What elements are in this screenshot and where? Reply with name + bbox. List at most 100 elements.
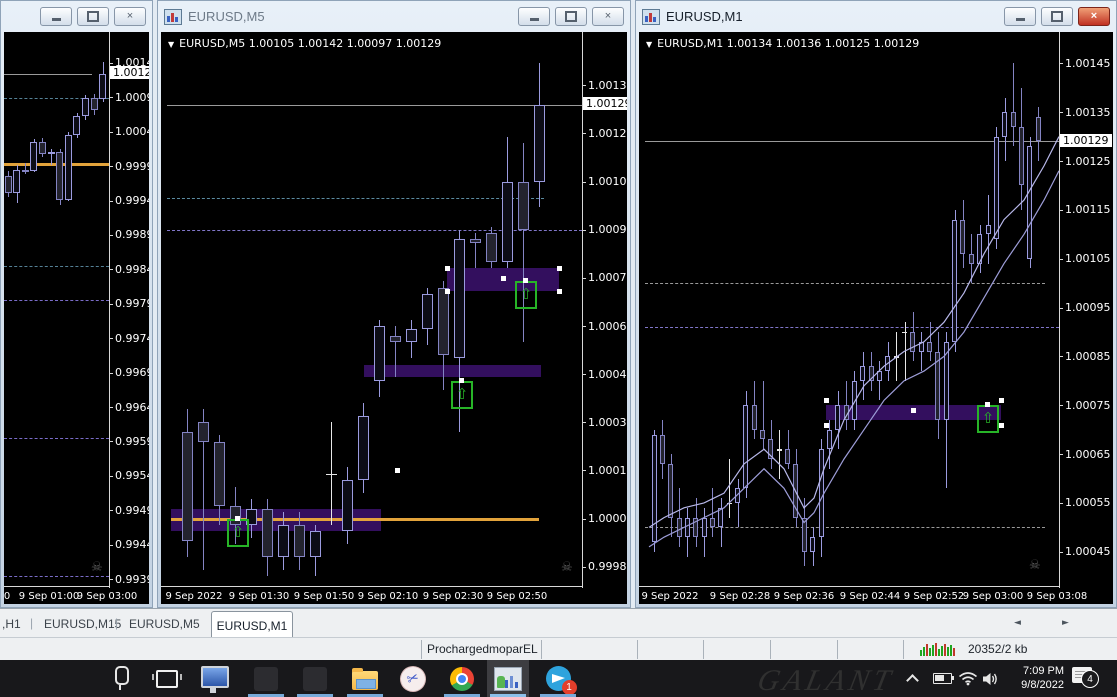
price-axis-line <box>109 32 110 588</box>
selection-handle[interactable] <box>911 408 916 414</box>
selection-handle[interactable] <box>824 422 829 428</box>
symbol-dropdown-icon[interactable]: ▼ <box>168 40 174 49</box>
selection-handle[interactable] <box>557 288 562 294</box>
minimize-button[interactable] <box>40 7 72 26</box>
price-axis-label: 0.99745 <box>115 331 149 345</box>
tab-separator: | <box>115 616 119 630</box>
speaker-icon <box>983 672 997 685</box>
tab-eurusd-m1-active[interactable]: EURUSD,M1 <box>211 611 293 639</box>
candle-body <box>262 508 273 558</box>
candle-body <box>438 287 449 355</box>
candle-body <box>73 115 80 136</box>
chart-canvas-m1[interactable]: ▼ EURUSD,M1 1.00134 1.00136 1.00125 1.001… <box>639 32 1113 604</box>
chart-window-h1[interactable]: × ☠ 1.001451.000951.000450.999950.999450… <box>0 0 153 608</box>
watermark-logo-icon: ☠ <box>91 560 103 575</box>
wifi-button[interactable] <box>958 660 978 697</box>
price-tick <box>109 338 113 340</box>
candle-wick <box>523 143 524 343</box>
close-button[interactable]: × <box>114 7 146 26</box>
close-button[interactable]: × <box>592 7 624 26</box>
pinned-app-1-button[interactable] <box>245 660 287 697</box>
window-titlebar[interactable]: × <box>1 1 152 32</box>
price-axis-label: 1.00015 <box>588 463 627 477</box>
close-button[interactable]: × <box>1078 7 1110 26</box>
selection-handle[interactable] <box>999 398 1004 404</box>
price-tick <box>109 234 113 236</box>
tab-eurusd-m5[interactable]: EURUSD,M5 <box>129 617 200 631</box>
tab-scroll-right-icon[interactable]: ► <box>1062 618 1069 628</box>
price-axis-label: 1.00135 <box>588 78 627 92</box>
symbol-dropdown-icon[interactable]: ▼ <box>646 40 652 49</box>
desktop-app-button[interactable] <box>194 660 236 697</box>
candle-wick <box>395 326 396 378</box>
price-axis-label: 0.99595 <box>115 434 149 448</box>
price-tick <box>109 97 113 99</box>
price-axis-label: 1.00120 <box>588 126 627 140</box>
metatrader-button[interactable] <box>487 660 529 697</box>
candle-body <box>326 473 337 476</box>
chart-window-m1[interactable]: EURUSD,M1 × ▼ EURUSD,M1 1.00134 1.00136 1… <box>635 0 1117 608</box>
snipping-tool-button[interactable]: ✂ <box>392 660 434 697</box>
task-view-button[interactable] <box>146 660 188 697</box>
window-titlebar[interactable]: EURUSD,M1 × <box>636 1 1116 32</box>
price-tick <box>1059 454 1063 456</box>
tray-chevron-button[interactable] <box>906 660 919 697</box>
selection-handle[interactable] <box>445 288 450 294</box>
price-tick <box>1059 209 1063 211</box>
tab-scroll-left-icon[interactable]: ◄ <box>1014 618 1021 628</box>
metatrader-icon <box>494 666 522 691</box>
pinned-app-2-button[interactable] <box>294 660 336 697</box>
selection-handle[interactable] <box>999 422 1004 428</box>
chart-window-m5[interactable]: EURUSD,M5 × ▼ EURUSD,M5 1.00105 1.00142 1… <box>157 0 631 608</box>
buy-signal-arrow[interactable]: ⇧ <box>515 281 537 310</box>
supply-demand-zone[interactable] <box>364 364 541 378</box>
price-axis-line <box>1059 32 1060 588</box>
minimize-button[interactable] <box>518 7 550 26</box>
price-axis-label: 1.00135 <box>1065 105 1111 119</box>
price-axis-label: 1.00000 <box>588 512 627 526</box>
chrome-button[interactable] <box>441 660 483 697</box>
ma-line <box>648 136 1059 528</box>
candle-body <box>358 415 369 481</box>
file-explorer-button[interactable] <box>344 660 386 697</box>
restore-button[interactable] <box>555 7 587 26</box>
selection-handle[interactable] <box>445 266 450 272</box>
selection-handle[interactable] <box>557 266 562 272</box>
status-bar: ProchargedmoparEL 20352/2 kb <box>0 637 1117 661</box>
chart-canvas-h1[interactable]: ☠ 1.001451.000951.000450.999950.999450.9… <box>4 32 149 604</box>
microphone-button[interactable] <box>101 660 143 697</box>
dashed-level-line <box>4 438 109 440</box>
telegram-button[interactable]: 1 <box>537 660 579 697</box>
dashed-level-line <box>4 575 109 577</box>
price-tick <box>582 229 586 231</box>
action-center-button[interactable]: 4 <box>1072 667 1099 688</box>
selection-handle[interactable] <box>824 398 829 404</box>
window-titlebar[interactable]: EURUSD,M5 × <box>158 1 630 32</box>
tab-eurusd-m15[interactable]: EURUSD,M15 <box>44 617 121 631</box>
buy-signal-arrow[interactable]: ⇧ <box>227 518 249 547</box>
selection-handle[interactable] <box>395 468 400 474</box>
restore-button[interactable] <box>77 7 109 26</box>
buy-signal-arrow[interactable]: ⇧ <box>977 405 999 434</box>
time-axis-line <box>639 586 1059 587</box>
battery-button[interactable] <box>933 660 954 697</box>
price-axis-label: 1.00045 <box>115 125 149 139</box>
volume-button[interactable] <box>982 660 1000 697</box>
taskbar-clock[interactable]: 7:09 PM 9/8/2022 <box>1002 664 1064 692</box>
traffic-bar <box>953 648 955 656</box>
restore-button[interactable] <box>1041 7 1073 26</box>
price-tick <box>582 133 586 135</box>
time-axis-line <box>161 586 582 587</box>
buy-signal-arrow[interactable]: ⇧ <box>451 380 473 409</box>
selection-handle[interactable] <box>501 275 506 281</box>
current-price-line <box>167 104 582 106</box>
chart-canvas-m5[interactable]: ▼ EURUSD,M5 1.00105 1.00142 1.00097 1.001… <box>161 32 627 604</box>
price-axis-label: 1.00115 <box>1065 203 1111 217</box>
traffic-bar <box>932 645 934 656</box>
chart-tabbar: ,H1 | EURUSD,M15 | EURUSD,M5 EURUSD,M1 ◄… <box>0 608 1117 639</box>
tab-h1[interactable]: ,H1 <box>2 617 21 631</box>
arrow-anchor-dot <box>235 515 240 521</box>
minimize-button[interactable] <box>1004 7 1036 26</box>
time-axis-label: 9 Sep 03:00 <box>962 591 1024 602</box>
price-tick <box>582 374 586 376</box>
